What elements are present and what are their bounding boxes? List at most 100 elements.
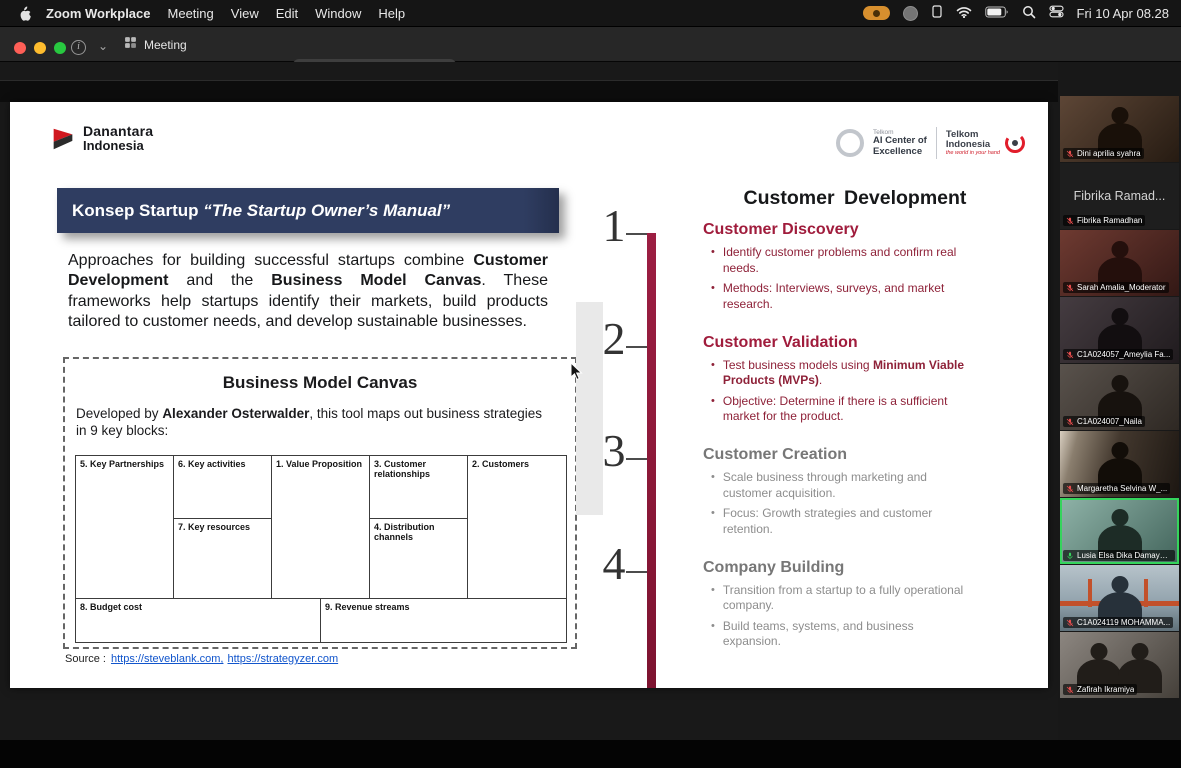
steps-list: 1Customer Discovery•Identify customer pr… [590,214,1020,664]
bmc-cell-relationships: 3. Customer relationships [370,456,468,519]
text-segment: . [819,373,822,387]
bullet-marker: • [711,619,715,650]
participant-tile[interactable]: C1A024007_Naila [1060,364,1179,430]
participant-name-label: C1A024007_Naila [1063,416,1145,427]
step-number: 1 [592,203,636,249]
close-window-button[interactable] [14,42,26,54]
step-tick-line [626,458,647,460]
text-segment: and the [168,272,271,289]
brand-line1: Danantara [83,124,153,139]
window-controls [14,42,66,54]
recording-indicator-pill[interactable] [863,6,890,20]
step-heading: Customer Creation [703,439,1020,464]
intro-paragraph: Approaches for building successful start… [68,251,548,332]
customer-dev-step-2: 2Customer Validation•Test business model… [590,327,1020,440]
customer-dev-step-4: 4Company Building•Transition from a star… [590,552,1020,665]
minimize-window-button[interactable] [34,42,46,54]
participant-name: Fibrika Ramadhan [1077,216,1142,225]
muted-mic-icon [1066,284,1074,292]
participant-name-label: Dini aprilia syahra [1063,148,1144,159]
step-heading: Customer Validation [703,327,1020,352]
fullscreen-window-button[interactable] [54,42,66,54]
menu-help[interactable]: Help [378,6,405,21]
mouse-cursor [570,362,584,387]
participant-sidebar: Dini aprilia syahra Fibrika Ramad...Fibri… [1058,62,1181,740]
menubar-status: Fri 10 Apr 08.28 [863,4,1181,22]
muted-mic-icon [1066,351,1074,359]
control-center-icon[interactable] [1049,4,1064,22]
shared-slide: Danantara Indonesia Telkom AI Center of … [10,102,1048,688]
bullet-marker: • [711,583,715,614]
step-tick-line [626,233,647,235]
display-icon[interactable] [931,5,943,21]
bullet-text: Identify customer problems and confirm r… [723,245,973,276]
participant-name: Margaretha Selvina W_... [1077,484,1167,493]
bullet-item: • Build teams, systems, and business expa… [711,619,973,650]
logo-divider [936,127,937,159]
wifi-icon[interactable] [956,6,972,21]
participant-tile[interactable]: Fibrika Ramad...Fibrika Ramadhan [1060,163,1179,229]
chevron-down-icon[interactable]: ⌄ [98,39,108,53]
step-number: 4 [592,541,636,587]
meeting-tab-label: Meeting [144,38,187,52]
participant-tile[interactable]: C1A024119 MOHAMMA... [1060,565,1179,631]
apple-menu-icon[interactable] [18,6,31,21]
battery-icon[interactable] [985,6,1009,21]
bmc-grid: 5. Key Partnerships6. Key activities7. K… [75,455,567,643]
source-links: https://steveblank.com,https://strategyz… [111,653,338,665]
customer-dev-step-3: 3Customer Creation•Scale business throug… [590,439,1020,552]
text-segment: Konsep Startup [72,201,203,220]
business-model-canvas-box: Business Model Canvas Developed by Alexa… [63,357,577,649]
menubar-app-name[interactable]: Zoom Workplace [46,6,151,21]
slide-title-text: Konsep Startup “The Startup Owner’s Manu… [72,201,450,220]
bullet-item: •Focus: Growth strategies and customer r… [711,506,973,537]
meeting-tab-group[interactable]: Meeting [124,27,187,62]
participant-name: C1A024057_Ameylia Fa... [1077,350,1170,359]
participant-name: C1A024007_Naila [1077,417,1142,426]
bmc-title: Business Model Canvas [65,373,575,393]
person-head [1111,375,1128,392]
participant-name-label: Margaretha Selvina W_... [1063,483,1170,494]
bullet-text: Scale business through marketing and cus… [723,470,973,501]
user-circle-icon[interactable] [903,6,918,21]
menu-meeting[interactable]: Meeting [168,6,214,21]
participant-name-label: Fibrika Ramadhan [1063,215,1145,226]
text-segment: Business Model Canvas [271,272,481,289]
muted-mic-icon [1066,686,1074,694]
person-head [1111,308,1128,325]
text-segment: Identify customer problems and confirm r… [723,245,956,275]
text-segment: Methods: Interviews, surveys, and market… [723,281,944,311]
participant-tile[interactable]: Lusia Elsa Dika Damayanty [1060,498,1179,564]
brand-line2: Indonesia [83,139,153,153]
participant-tile[interactable]: Sarah Amalia_Moderator [1060,230,1179,296]
bullet-marker: • [711,394,715,425]
participant-tile[interactable]: Margaretha Selvina W_... [1060,431,1179,497]
bmc-cell-activities: 6. Key activities [174,456,272,519]
participant-name: Lusia Elsa Dika Damayanty [1077,551,1172,560]
bullet-item: • Methods: Interviews, surveys, and marke… [711,281,973,312]
bullet-item: •Objective: Determine if there is a suff… [711,394,973,425]
participant-tile[interactable]: Zafirah Ikramiya [1060,632,1179,698]
bullet-marker: • [711,470,715,501]
participant-tile[interactable]: Dini aprilia syahra [1060,96,1179,162]
menubar-clock[interactable]: Fri 10 Apr 08.28 [1077,6,1170,21]
danantara-mark-icon [50,125,76,153]
person-head [1091,643,1108,660]
menu-edit[interactable]: Edit [276,6,298,21]
text-segment: “The Startup Owner’s Manual” [203,201,450,220]
bullet-marker: • [711,281,715,312]
participant-strip: Dini aprilia syahra Fibrika Ramad...Fibri… [1060,96,1179,698]
customer-dev-step-1: 1Customer Discovery•Identify customer pr… [590,214,1020,327]
info-icon[interactable]: i [71,40,86,55]
step-tick-line [626,571,647,573]
person-head [1131,643,1148,660]
menu-window[interactable]: Window [315,6,361,21]
spotlight-search-icon[interactable] [1022,5,1036,22]
zoom-main-area: Danantara Indonesia Telkom AI Center of … [0,62,1181,740]
text-segment: Focus: Growth strategies and customer re… [723,506,932,536]
participant-tile[interactable]: C1A024057_Ameylia Fa... [1060,297,1179,363]
bullet-text: Build teams, systems, and business expan… [723,619,973,650]
step-heading: Customer Discovery [703,214,1020,239]
muted-mic-icon [1066,150,1074,158]
menu-view[interactable]: View [231,6,259,21]
